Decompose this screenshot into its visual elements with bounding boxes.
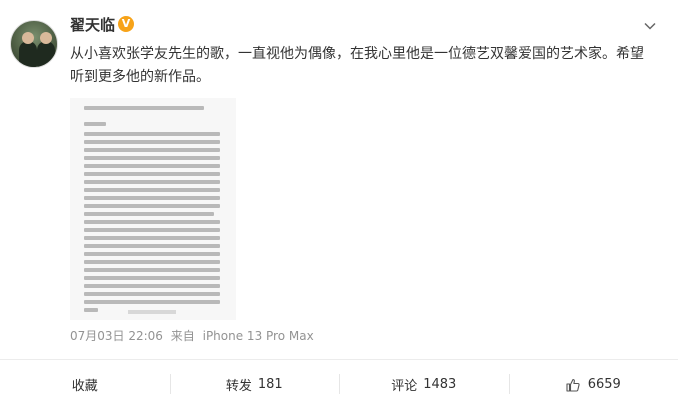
action-bar: 收藏 转发 181 评论 1483 6659 [0, 359, 678, 409]
post-meta: 07月03日 22:06 来自 iPhone 13 Pro Max [70, 327, 318, 344]
post-image[interactable] [70, 98, 236, 320]
post-time[interactable]: 07月03日 22:06 [70, 329, 163, 343]
verified-badge-icon: V [118, 16, 134, 32]
comment-count: 1483 [423, 377, 457, 392]
repost-count: 181 [257, 377, 283, 392]
comment-label: 评论 [391, 379, 418, 394]
weibo-post-card: 翟天临 V 从小喜欢张学友先生的歌，一直视他为偶像，在我心里他是一位德艺双馨爱国… [0, 0, 678, 409]
post-source: iPhone 13 Pro Max [202, 329, 314, 343]
favorite-label: 收藏 [71, 379, 98, 394]
repost-label: 转发 [225, 379, 252, 394]
post-text: 从小喜欢张学友先生的歌，一直视他为偶像，在我心里他是一位德艺双馨爱国的艺术家。希… [70, 43, 660, 89]
post-text-line-1: 从小喜欢张学友先生的歌，一直视他为偶像，在我心里他是一位德艺双馨爱国的艺术家。希… [70, 46, 644, 62]
favorite-button[interactable]: 收藏 [0, 360, 170, 409]
post-text-line-2: 听到更多他的新作品。 [70, 69, 210, 85]
like-count: 6659 [587, 377, 621, 392]
source-prefix: 来自 [170, 329, 195, 343]
like-button[interactable]: 6659 [508, 360, 678, 409]
author-name[interactable]: 翟天临 [70, 14, 115, 35]
chevron-down-icon[interactable] [644, 20, 656, 32]
repost-button[interactable]: 转发 181 [169, 360, 340, 409]
avatar[interactable] [10, 20, 58, 68]
thumbs-up-icon [566, 378, 580, 392]
comment-button[interactable]: 评论 1483 [339, 360, 509, 409]
